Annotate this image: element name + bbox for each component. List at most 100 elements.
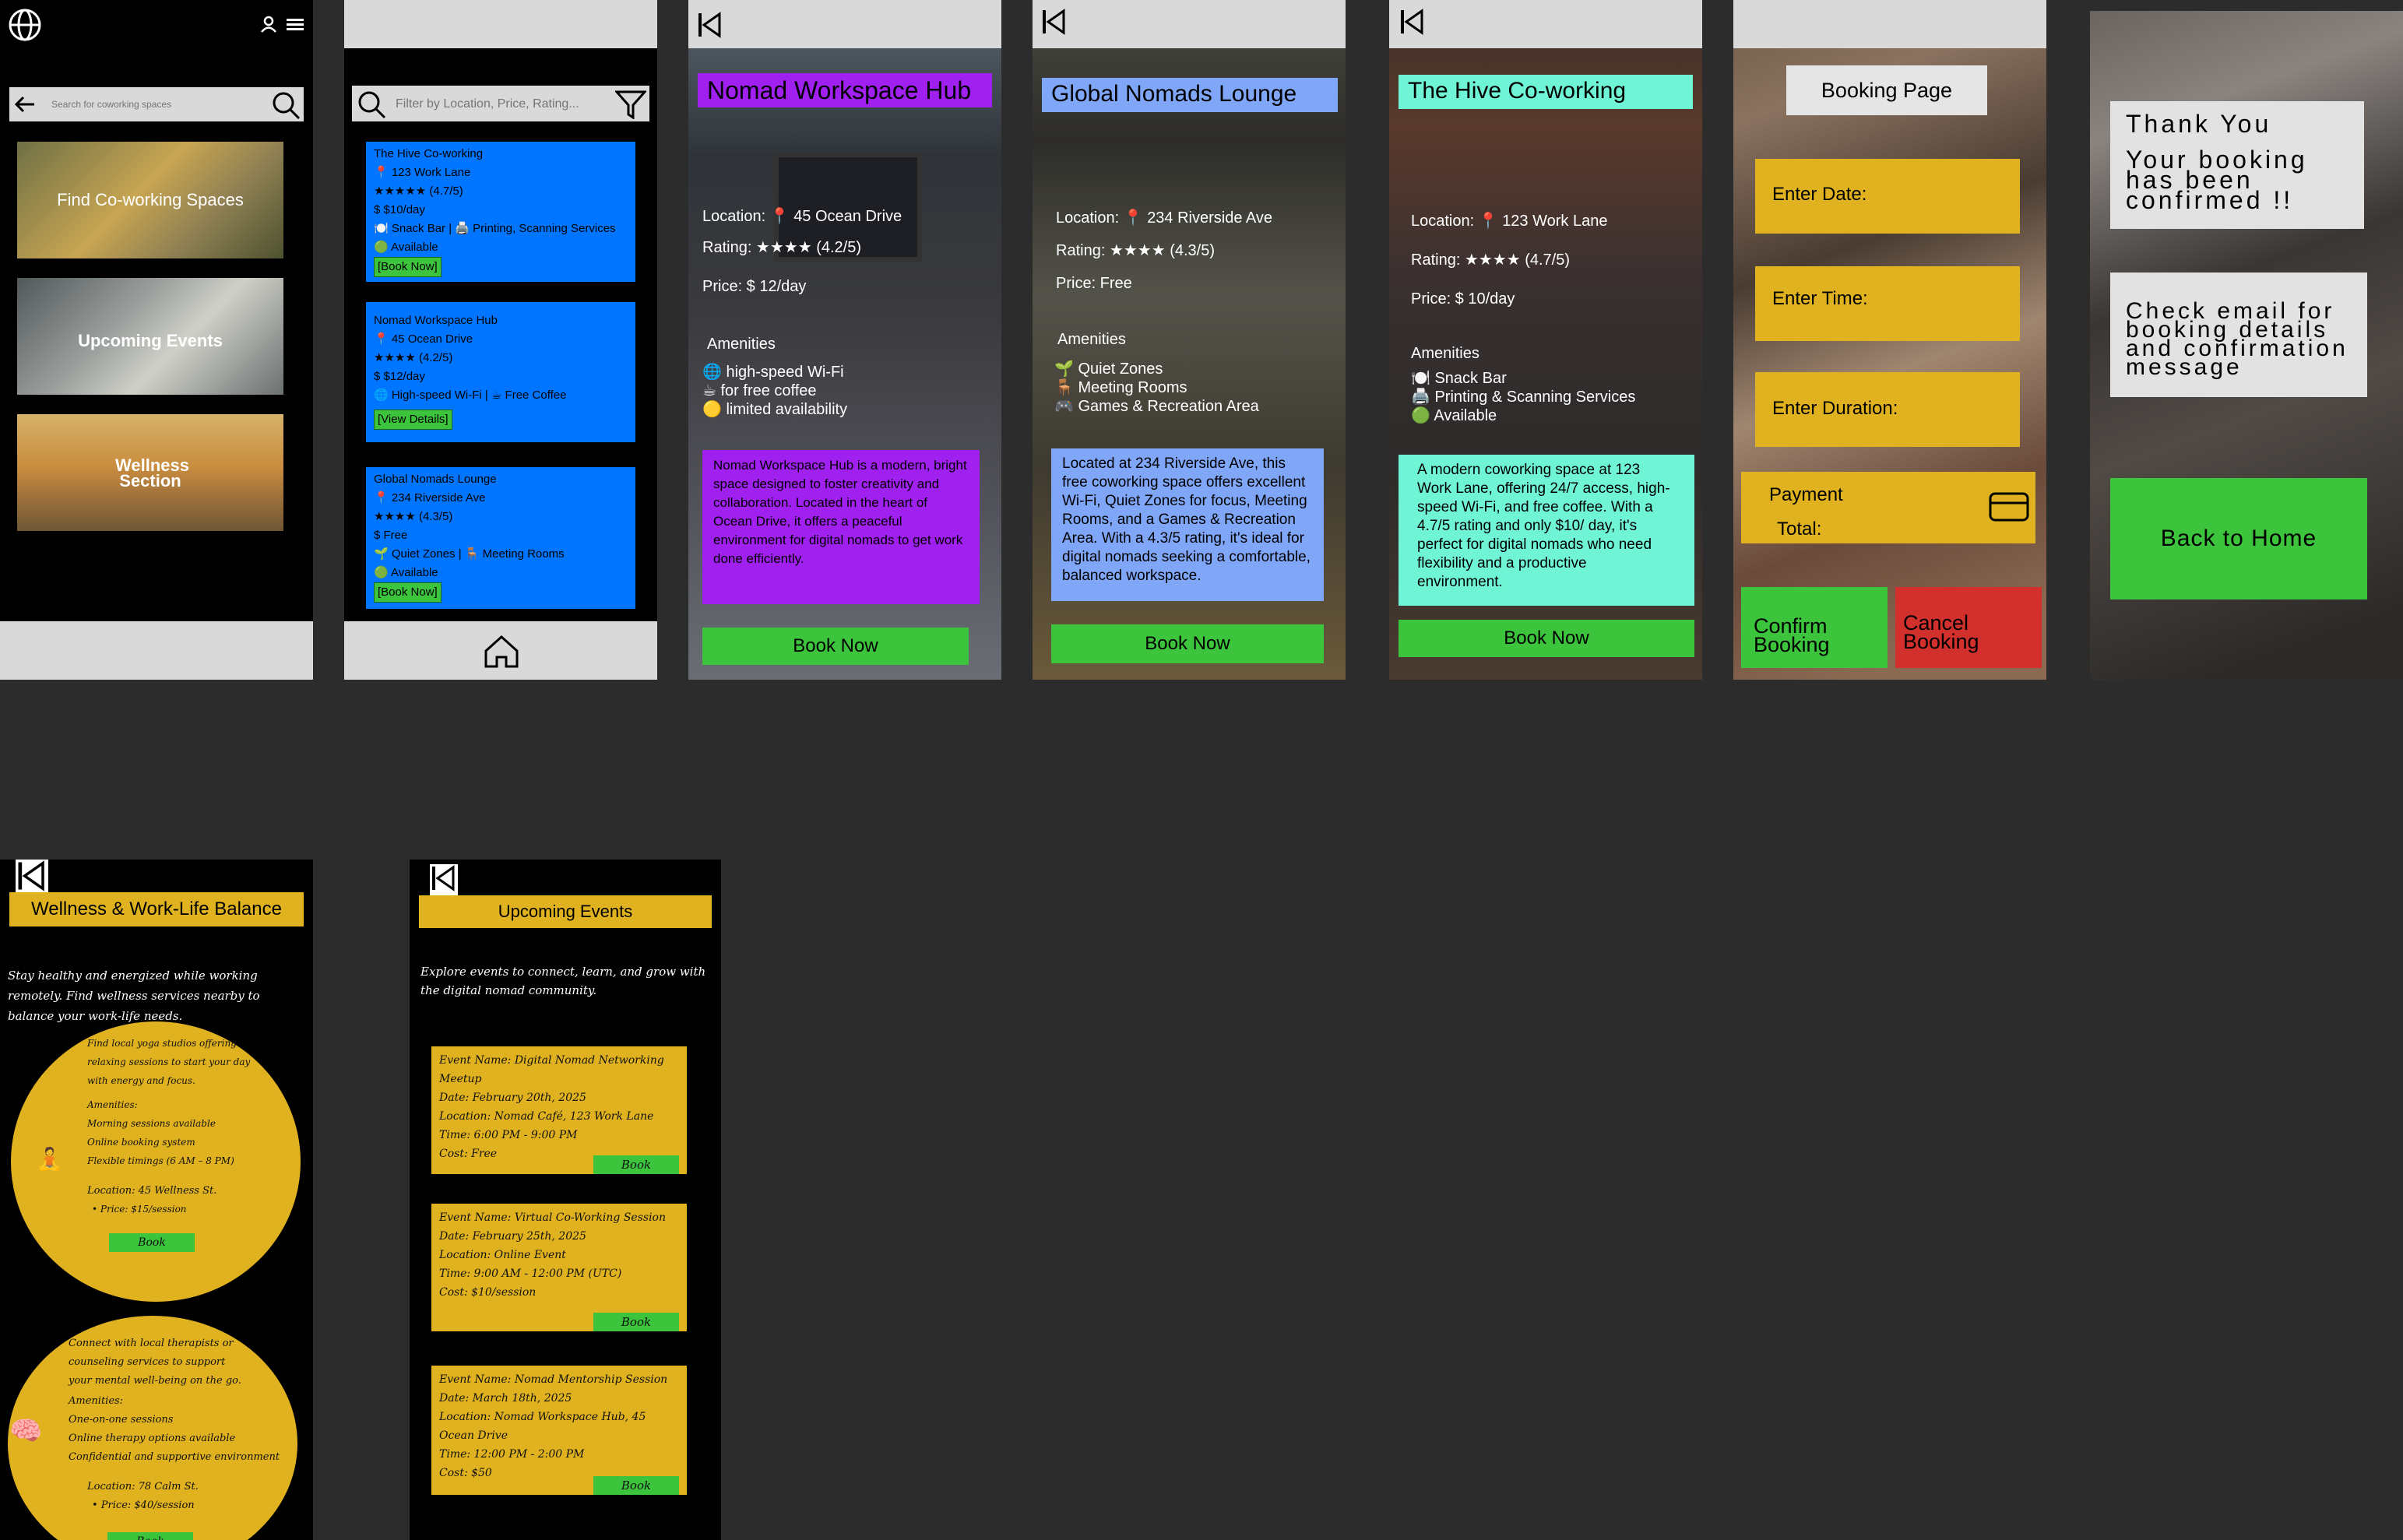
cancel-booking-button[interactable]: Cancel Booking bbox=[1895, 587, 2042, 668]
back-icon[interactable] bbox=[16, 860, 48, 896]
card-status: 🟢 Available bbox=[374, 241, 438, 254]
card-amenities: 🌐 High-speed Wi-Fi | ☕ Free Coffee bbox=[374, 389, 567, 402]
therapy-description: Connect with local therapists or counsel… bbox=[69, 1338, 241, 1387]
filter-input[interactable] bbox=[396, 93, 600, 115]
amenities-heading: Amenities: bbox=[87, 1099, 138, 1110]
book-now-button[interactable]: Book Now bbox=[702, 628, 969, 665]
book-button[interactable]: Book bbox=[593, 1476, 679, 1495]
event-card: Event Name: Virtual Co-Working Session D… bbox=[431, 1204, 687, 1331]
confirm-booking-button[interactable]: Confirm Booking bbox=[1741, 587, 1888, 668]
tile-label: Find Co-working Spaces bbox=[57, 190, 244, 209]
amenities-heading: Amenities bbox=[707, 336, 776, 353]
rating-text: Rating: ★★★★ (4.2/5) bbox=[702, 239, 862, 256]
user-icon[interactable] bbox=[260, 16, 277, 37]
time-field[interactable]: Enter Time: bbox=[1755, 266, 2020, 341]
filter-icon[interactable] bbox=[614, 90, 648, 123]
card-amenities: 🍽️ Snack Bar | 🖨️ Printing, Scanning Ser… bbox=[374, 222, 616, 235]
rating-text: Rating: ★★★★ (4.7/5) bbox=[1411, 251, 1571, 269]
wellness-screen: Wellness & Work-Life Balance Stay health… bbox=[0, 860, 313, 1540]
payment-label: Payment bbox=[1769, 484, 1843, 505]
wellness-tile[interactable]: Wellness Section bbox=[17, 414, 283, 531]
location-text: Location: 📍 123 Work Lane bbox=[1411, 213, 1608, 230]
amenity-item: Morning sessions available bbox=[87, 1118, 216, 1129]
price-text: Price: $ 10/day bbox=[1411, 290, 1515, 308]
search-icon[interactable] bbox=[271, 90, 301, 124]
event-time: Time: 12:00 PM - 2:00 PM bbox=[439, 1448, 585, 1461]
tile-label: Upcoming Events bbox=[78, 331, 223, 350]
top-bar bbox=[344, 0, 657, 48]
menu-icon[interactable] bbox=[287, 16, 304, 36]
bottom-bar bbox=[344, 621, 657, 680]
brain-icon: 🧠 bbox=[9, 1416, 43, 1446]
yoga-icon: 🧘 bbox=[36, 1147, 63, 1171]
price-text: • Price: $40/session bbox=[92, 1500, 195, 1511]
back-icon[interactable] bbox=[1040, 8, 1068, 36]
booking-screen: Booking Page Enter Date: Enter Time: Ent… bbox=[1733, 0, 2046, 680]
listing-card[interactable]: The Hive Co-working 📍 123 Work Lane ★★★★… bbox=[366, 142, 635, 282]
book-now-button[interactable]: Book Now bbox=[1399, 620, 1694, 657]
globe-icon[interactable] bbox=[8, 8, 42, 46]
location-text: Location: 78 Calm St. bbox=[87, 1481, 199, 1493]
upcoming-events-tile[interactable]: Upcoming Events bbox=[17, 278, 283, 395]
page-title: Upcoming Events bbox=[419, 895, 712, 928]
page-title: The Hive Co-working bbox=[1399, 75, 1693, 109]
bottom-bar bbox=[0, 621, 313, 680]
listing-card[interactable]: Global Nomads Lounge 📍 234 Riverside Ave… bbox=[366, 467, 635, 609]
description: Nomad Workspace Hub is a modern, bright … bbox=[702, 450, 980, 604]
page-title: Nomad Workspace Hub bbox=[698, 73, 992, 107]
home-screen: Find Co-working Spaces Upcoming Events W… bbox=[0, 0, 313, 680]
duration-field[interactable]: Enter Duration: bbox=[1755, 372, 2020, 447]
event-time: Time: 6:00 PM - 9:00 PM bbox=[439, 1129, 578, 1141]
event-name: Event Name: Digital Nomad Networking Mee… bbox=[439, 1054, 664, 1085]
search-bar[interactable] bbox=[9, 87, 304, 121]
page-title: Booking Page bbox=[1786, 65, 1987, 115]
home-icon[interactable] bbox=[483, 634, 520, 672]
payment-field[interactable]: Payment Total: bbox=[1741, 472, 2035, 543]
book-button[interactable]: Book bbox=[109, 1233, 195, 1252]
amenity-item: 🎮 Games & Recreation Area bbox=[1054, 398, 1259, 415]
search-icon[interactable] bbox=[357, 90, 386, 123]
back-icon[interactable] bbox=[1399, 8, 1427, 36]
book-now-button[interactable]: Book Now bbox=[1051, 624, 1324, 663]
search-input[interactable] bbox=[51, 93, 262, 115]
total-label: Total: bbox=[1777, 519, 1822, 540]
event-location: Location: Nomad Café, 123 Work Lane bbox=[439, 1110, 654, 1123]
card-name: The Hive Co-working bbox=[374, 147, 484, 160]
price-text: • Price: $15/session bbox=[92, 1204, 187, 1215]
book-button[interactable]: Book bbox=[593, 1313, 679, 1331]
card-price: $ Free bbox=[374, 529, 408, 542]
card-name: Nomad Workspace Hub bbox=[374, 314, 498, 327]
description: Located at 234 Riverside Ave, this free … bbox=[1051, 448, 1324, 601]
book-button[interactable]: Book bbox=[593, 1155, 679, 1174]
book-button[interactable]: Book bbox=[107, 1532, 193, 1540]
back-arrow-icon[interactable] bbox=[14, 95, 36, 118]
book-now-button[interactable]: [Book Now] bbox=[374, 257, 442, 277]
listing-screen: The Hive Co-working 📍 123 Work Lane ★★★★… bbox=[344, 0, 657, 680]
back-icon[interactable] bbox=[430, 864, 458, 896]
back-icon[interactable] bbox=[696, 11, 724, 39]
page-title: Global Nomads Lounge bbox=[1042, 78, 1338, 112]
find-coworking-tile[interactable]: Find Co-working Spaces bbox=[17, 142, 283, 258]
back-to-home-button[interactable]: Back to Home bbox=[2110, 478, 2367, 599]
amenities-heading: Amenities bbox=[1057, 331, 1126, 348]
filter-bar[interactable] bbox=[352, 86, 649, 121]
card-location: 📍 45 Ocean Drive bbox=[374, 332, 473, 346]
event-cost: Cost: $10/session bbox=[439, 1286, 537, 1299]
date-field[interactable]: Enter Date: bbox=[1755, 159, 2020, 234]
nomad-detail-screen: Nomad Workspace Hub Location: 📍 45 Ocean… bbox=[688, 0, 1001, 680]
book-now-button[interactable]: [Book Now] bbox=[374, 582, 442, 603]
amenity-item: 🪑 Meeting Rooms bbox=[1054, 379, 1187, 396]
event-card: Event Name: Digital Nomad Networking Mee… bbox=[431, 1046, 687, 1174]
amenity-item: Confidential and supportive environment bbox=[69, 1451, 280, 1463]
card-rating: ★★★★★ (4.7/5) bbox=[374, 185, 463, 198]
event-name: Event Name: Nomad Mentorship Session bbox=[439, 1373, 668, 1386]
amenity-item: One-on-one sessions bbox=[69, 1414, 174, 1426]
listing-card[interactable]: Nomad Workspace Hub 📍 45 Ocean Drive ★★★… bbox=[366, 302, 635, 442]
amenity-item: ☕ for free coffee bbox=[702, 382, 817, 399]
top-bar bbox=[1389, 0, 1702, 48]
tile-label: Wellness Section bbox=[115, 455, 189, 490]
card-rating: ★★★★ (4.3/5) bbox=[374, 510, 453, 523]
view-details-button[interactable]: [View Details] bbox=[374, 410, 452, 430]
hive-detail-screen: The Hive Co-working Location: 📍 123 Work… bbox=[1389, 0, 1702, 680]
card-name: Global Nomads Lounge bbox=[374, 473, 497, 486]
